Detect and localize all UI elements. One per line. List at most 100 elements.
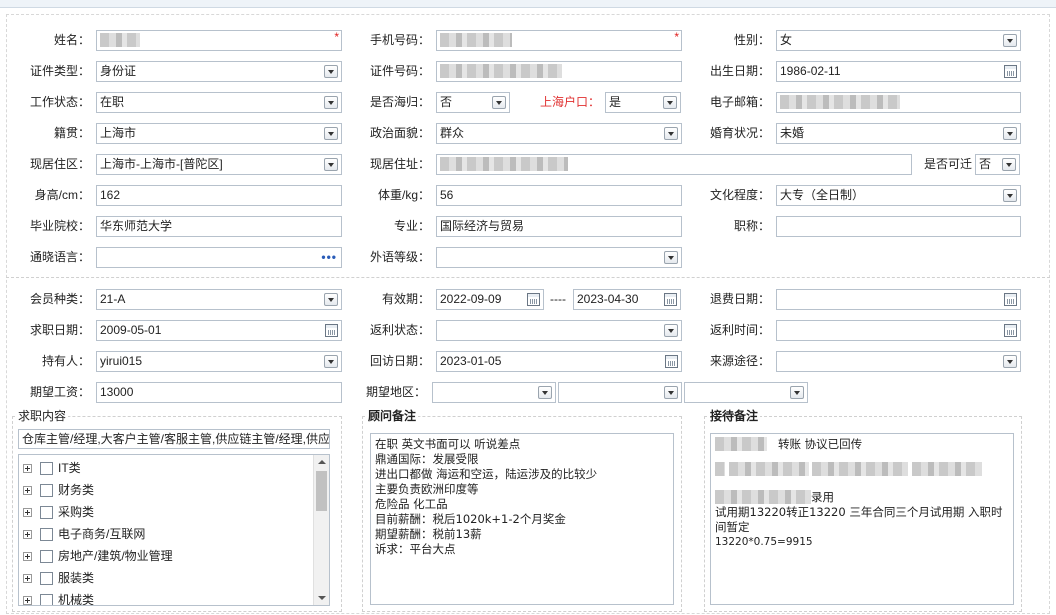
birth-date-input[interactable]: 1986-02-11	[776, 61, 1021, 82]
checkbox[interactable]	[40, 484, 53, 498]
school-input[interactable]: 华东师范大学	[96, 216, 342, 237]
valid-from-value: 2022-09-09	[440, 292, 502, 306]
calendar-icon[interactable]	[325, 324, 338, 337]
date-range-separator: ----	[550, 292, 566, 306]
valid-from-input[interactable]: 2022-09-09	[436, 289, 544, 310]
calendar-icon[interactable]	[1004, 324, 1017, 337]
native-value: 上海市	[100, 126, 137, 140]
idtype-select[interactable]: 身份证	[96, 61, 342, 82]
valid-to-input[interactable]: 2023-04-30	[573, 289, 681, 310]
political-label: 政治面貌：	[369, 126, 430, 140]
political-select[interactable]: 群众	[436, 123, 682, 144]
source-label: 来源途径：	[709, 354, 770, 368]
expand-icon[interactable]	[23, 530, 32, 540]
job-date-input[interactable]: 2009-05-01	[96, 320, 342, 341]
phone-input[interactable]: *	[436, 30, 682, 51]
checkbox[interactable]	[40, 528, 53, 542]
scroll-thumb[interactable]	[316, 471, 327, 511]
calendar-icon[interactable]	[1004, 293, 1017, 306]
tree-item-machinery[interactable]: 机械类	[23, 589, 94, 605]
major-input[interactable]: 国际经济与贸易	[436, 216, 682, 237]
checkbox[interactable]	[40, 506, 53, 520]
weight-value: 56	[440, 188, 454, 202]
expand-icon[interactable]	[23, 596, 32, 605]
reception-line-text: 录用	[811, 490, 834, 504]
title-input[interactable]	[776, 216, 1021, 237]
foreign-level-select[interactable]	[436, 247, 682, 268]
expand-icon[interactable]	[23, 574, 32, 584]
height-input[interactable]: 162	[96, 185, 342, 206]
category-tree[interactable]: IT类 财务类 采购类 电子商务/互联网 房地产/建筑/物业管理 服装类 机械类	[18, 454, 330, 606]
refund-date-input[interactable]	[776, 289, 1021, 310]
language-picker[interactable]: •••	[96, 247, 342, 268]
region-city-select[interactable]	[558, 382, 682, 403]
tree-item-realestate[interactable]: 房地产/建筑/物业管理	[23, 545, 173, 567]
calendar-icon[interactable]	[665, 355, 678, 368]
address-input[interactable]	[436, 154, 912, 175]
work-label: 工作状态：	[29, 95, 90, 109]
redacted-name	[100, 32, 140, 47]
rebate-status-select[interactable]	[436, 320, 682, 341]
returnee-value: 否	[440, 95, 453, 109]
relocate-select[interactable]: 否	[975, 154, 1020, 175]
expand-icon[interactable]	[23, 508, 32, 518]
tree-item-apparel[interactable]: 服装类	[23, 567, 94, 589]
region-district-select[interactable]	[684, 382, 808, 403]
education-select[interactable]: 大专（全日制）	[776, 185, 1021, 206]
redacted-text	[715, 489, 811, 504]
redacted-text	[728, 461, 809, 476]
tree-item-finance[interactable]: 财务类	[23, 479, 94, 501]
region-province-select[interactable]	[432, 382, 556, 403]
advisor-note-line: 诉求：平台大点	[375, 542, 456, 556]
chevron-down-icon	[492, 96, 506, 109]
member-type-select[interactable]: 21-A	[96, 289, 342, 310]
gender-select[interactable]: 女	[776, 30, 1021, 51]
job-content-summary[interactable]: 仓库主管/经理,大客户主管/客服主管,供应链主管/经理,供应	[18, 429, 330, 449]
salary-input[interactable]: 13000	[96, 382, 342, 403]
expand-icon[interactable]	[23, 464, 32, 474]
reception-line-text: 转账 协议已回传	[777, 437, 863, 451]
holder-select[interactable]: yirui015	[96, 351, 342, 372]
hukou-select[interactable]: 是	[605, 92, 681, 113]
chevron-down-icon	[538, 386, 552, 399]
marital-select[interactable]: 未婚	[776, 123, 1021, 144]
checkbox[interactable]	[40, 572, 53, 586]
calendar-icon[interactable]	[664, 293, 677, 306]
weight-input[interactable]: 56	[436, 185, 682, 206]
calendar-icon[interactable]	[1004, 65, 1017, 78]
expand-icon[interactable]	[23, 486, 32, 496]
native-select[interactable]: 上海市	[96, 123, 342, 144]
hukou-value: 是	[609, 95, 622, 109]
name-input[interactable]: *	[96, 30, 342, 51]
advisor-notes-textarea[interactable]: 在职 英文书面可以 听说差点 鼎通国际：发展受限 进出口都做 海运和空运，陆运涉…	[370, 433, 674, 605]
checkbox[interactable]	[40, 594, 53, 605]
redacted-text	[715, 461, 725, 476]
returnee-select[interactable]: 否	[436, 92, 510, 113]
checkbox[interactable]	[40, 462, 53, 476]
scroll-down-icon[interactable]	[318, 596, 326, 600]
tree-scrollbar[interactable]	[313, 455, 329, 605]
scroll-up-icon[interactable]	[318, 460, 326, 464]
chevron-down-icon	[324, 127, 338, 140]
expand-icon[interactable]	[23, 552, 32, 562]
job-content-title: 求职内容	[16, 409, 69, 423]
visit-date-input[interactable]: 2023-01-05	[436, 351, 682, 372]
calendar-icon[interactable]	[527, 293, 540, 306]
residence-select[interactable]: 上海市-上海市-[普陀区]	[96, 154, 342, 175]
source-select[interactable]	[776, 351, 1021, 372]
tree-item-ecommerce[interactable]: 电子商务/互联网	[23, 523, 145, 545]
email-input[interactable]	[776, 92, 1021, 113]
school-label: 毕业院校：	[29, 219, 90, 233]
more-icon[interactable]: •••	[321, 248, 337, 267]
tree-item-purchasing[interactable]: 采购类	[23, 501, 94, 523]
advisor-note-line: 目前薪酬：税后1020k+1-2个月奖金	[375, 512, 566, 526]
rebate-time-input[interactable]	[776, 320, 1021, 341]
tree-item-it[interactable]: IT类	[23, 457, 81, 479]
work-status-select[interactable]: 在职	[96, 92, 342, 113]
refund-label: 退费日期：	[709, 292, 770, 306]
idno-input[interactable]	[436, 61, 682, 82]
required-star: *	[334, 30, 339, 44]
top-bar	[0, 0, 1056, 8]
reception-notes-textarea[interactable]: 转账 协议已回传 录用 试用期13220转正13220 三年合同三个月试用期 入…	[710, 433, 1014, 605]
checkbox[interactable]	[40, 550, 53, 564]
